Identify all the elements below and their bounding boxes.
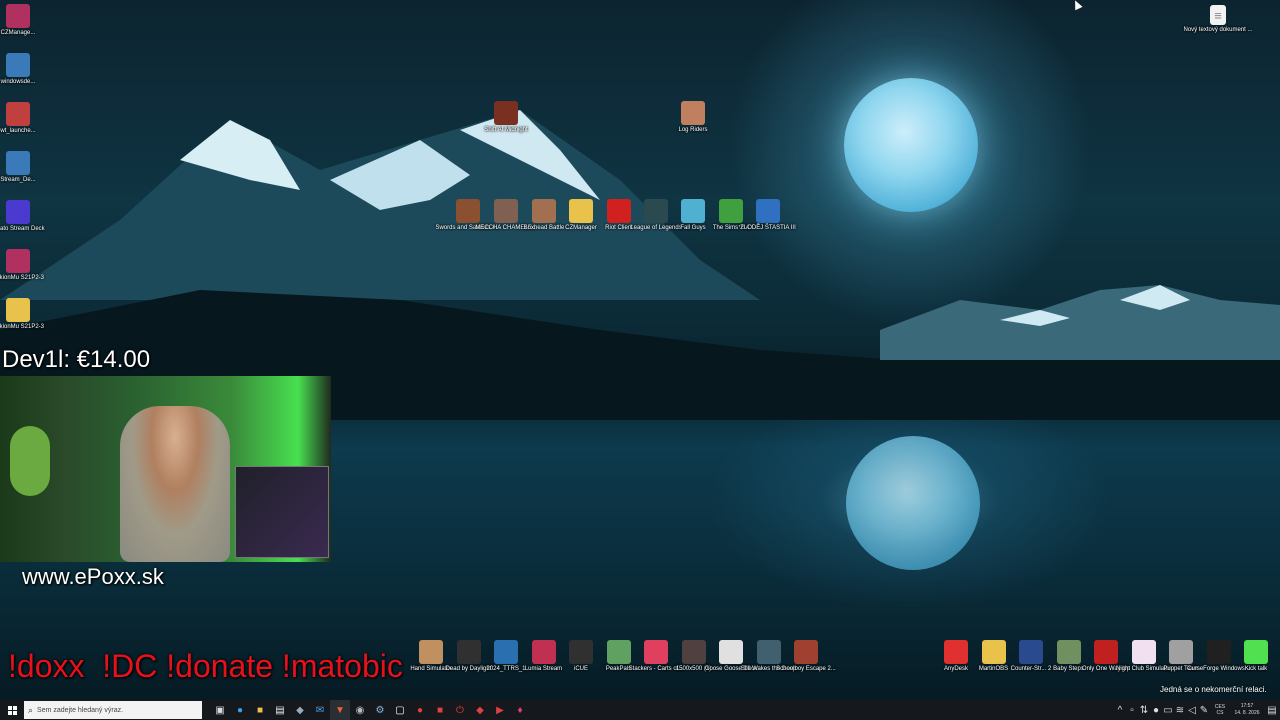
start-button[interactable] [0, 700, 24, 720]
desktop-icon-new-text-document[interactable]: ≡ Nový textový dokument ... [1183, 5, 1253, 34]
webcam-feed [0, 376, 331, 562]
desktop-icon-label: Log Riders [678, 127, 708, 133]
file-explorer-icon[interactable]: ■ [250, 700, 270, 720]
game-icon [681, 101, 705, 125]
desktop-icon-shift-at-midnight[interactable]: Shift At Midnight [471, 101, 541, 134]
pen-icon[interactable]: ✎ [1198, 700, 1210, 720]
desktop-icon-windowsde[interactable]: windowsde... [0, 53, 53, 86]
app-icon-red-square[interactable]: ■ [430, 700, 450, 720]
edge-browser-icon[interactable]: ● [230, 700, 250, 720]
taskbar: ⌕ Sem zadejte hledaný výraz. ▣ ● ■ ▤ ◆ ✉… [0, 700, 1280, 720]
webcam-person [120, 406, 230, 562]
windows-logo-icon [7, 705, 17, 715]
obs-icon[interactable]: ◉ [350, 700, 370, 720]
language-indicator[interactable]: CES CS [1210, 704, 1230, 716]
app-icon-red[interactable]: ● [410, 700, 430, 720]
desktop-icon-label: Elgato Stream Deck [0, 226, 45, 232]
clock[interactable]: 17:57 14. 8. 2026 [1230, 703, 1264, 717]
desktop-icon-schoolboy-escape-2[interactable]: Schoolboy Escape 2... [771, 640, 841, 673]
power-icon[interactable]: ⏻ [450, 700, 470, 720]
globe-icon [756, 199, 780, 223]
desktop-icon-label: Nový textový dokument ... [1183, 27, 1253, 33]
lumia-stream-taskbar-icon[interactable]: ♦ [510, 700, 530, 720]
webcam-pc-case [235, 466, 329, 558]
clock-date: 14. 8. 2026 [1234, 710, 1260, 716]
desktop-icon-label: RakionMu S21P2-3 [0, 324, 45, 330]
desktop-icon-label: windowsde... [0, 79, 36, 85]
chat-commands-text: !doxx !DC !donate !matobic [8, 648, 403, 684]
media-app-icon[interactable]: ▶ [490, 700, 510, 720]
clock-time: 17:57 [1240, 703, 1254, 709]
roblox-icon[interactable]: ▢ [390, 700, 410, 720]
network-icon[interactable]: ⇅ [1138, 700, 1150, 720]
desktop-icon-label: CZManage... [0, 30, 36, 36]
webcam-frog-plush [10, 426, 50, 496]
desktop-icon-label: wt_launche... [0, 128, 36, 134]
steam-icon[interactable]: ⚙ [370, 700, 390, 720]
stream-deck-icon [6, 200, 30, 224]
desktop-icon-label: Shift At Midnight [484, 127, 528, 133]
brave-browser-icon[interactable]: ▼ [330, 700, 350, 720]
activation-notice: Jedná se o nekomerční relaci. [1160, 685, 1267, 694]
chevron-up-icon[interactable]: ^ [1114, 700, 1126, 720]
kick-icon [1244, 640, 1268, 664]
desktop-icon-rakionmu-s21p2-3[interactable]: RakionMu S21P2-3 [0, 298, 53, 331]
desktop-icon-wt-launche[interactable]: wt_launche... [0, 102, 53, 135]
desktop-icon-czmanage[interactable]: CZManage... [0, 4, 53, 37]
desktop-icon-rakionmu-s21p2-3[interactable]: RakionMu S21P2-3 [0, 249, 53, 282]
winrar-icon [6, 249, 30, 273]
search-box[interactable]: ⌕ Sem zadejte hledaný výraz. [24, 701, 202, 719]
anydesk-taskbar-icon[interactable]: ◆ [470, 700, 490, 720]
folder-icon [6, 298, 30, 322]
desktop-icon-zlod-j-tastia-iii[interactable]: ZLODĚJ ŠTASTIA III [733, 199, 803, 232]
task-view-icon[interactable]: ▣ [210, 700, 230, 720]
store-icon[interactable]: ▤ [270, 700, 290, 720]
desktop-icon-label: Stream_De... [0, 177, 36, 183]
installer-icon [6, 151, 30, 175]
language-line-2: CS [1216, 710, 1224, 716]
notification-icon[interactable]: ▤ [1264, 700, 1280, 720]
tray-icon[interactable]: ▫ [1126, 700, 1138, 720]
launcher-icon [6, 102, 30, 126]
desktop-icon-elgato-stream-deck[interactable]: Elgato Stream Deck [0, 200, 53, 233]
donation-alert: Dev1l: €14.00 [2, 346, 151, 373]
desktop-icon-kick-talk[interactable]: Kick talk [1221, 640, 1280, 673]
search-icon: ⌕ [28, 704, 34, 715]
moon-reflection [846, 436, 980, 570]
game-icon [494, 101, 518, 125]
desktop-icon-label: Schoolboy Escape 2... [776, 666, 836, 672]
desktop-icon-label: Kick talk [1244, 666, 1268, 672]
desktop-icon-label: RakionMu S21P2-3 [0, 275, 45, 281]
wifi-icon[interactable]: ≋ [1174, 700, 1186, 720]
desktop-icon-log-riders[interactable]: Log Riders [658, 101, 728, 134]
battery-icon[interactable]: ▭ [1162, 700, 1174, 720]
text-document-icon: ≡ [1210, 5, 1226, 25]
moon-image [844, 78, 978, 212]
mail-icon[interactable]: ✉ [310, 700, 330, 720]
volume-icon[interactable]: ◁ [1186, 700, 1198, 720]
website-text: www.ePoxx.sk [22, 564, 164, 589]
desktop-icon-label: ZLODĚJ ŠTASTIA III [740, 225, 796, 231]
microphone-icon[interactable]: ● [1150, 700, 1162, 720]
app-icon[interactable]: ◆ [290, 700, 310, 720]
search-placeholder: Sem zadejte hledaný výraz. [37, 706, 124, 714]
winrar-icon [6, 4, 30, 28]
installer-icon [6, 53, 30, 77]
desktop-icon-stream-de[interactable]: Stream_De... [0, 151, 53, 184]
game-icon [794, 640, 818, 664]
